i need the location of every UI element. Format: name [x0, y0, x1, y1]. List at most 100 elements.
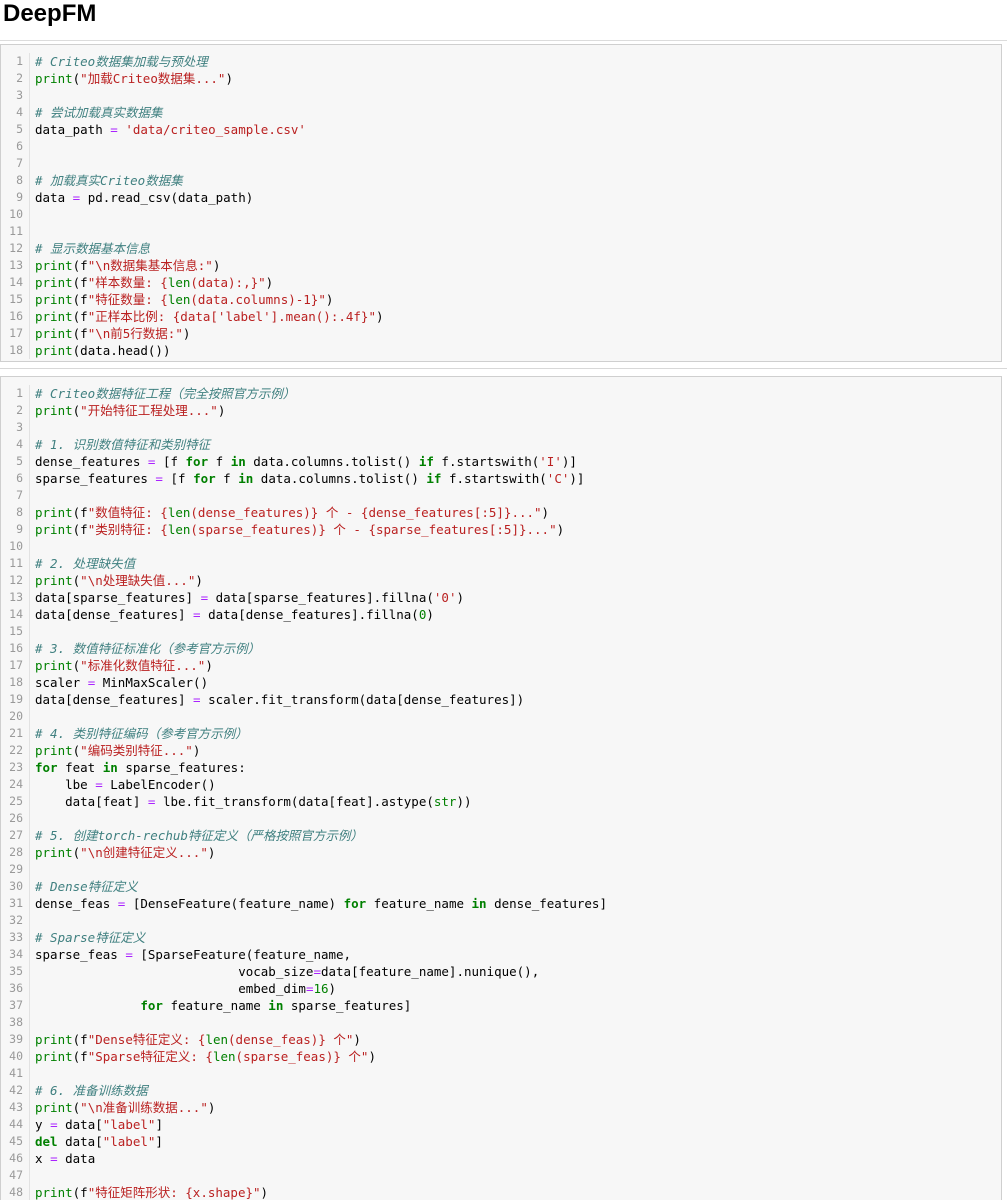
code-line[interactable]: 5 data_path = 'data/criteo_sample.csv' — [1, 121, 1001, 138]
code-line[interactable]: 18 print(data.head()) — [1, 342, 1001, 359]
code-cell-1[interactable]: 1 # Criteo数据集加载与预处理 2 print("加载Criteo数据集...… — [0, 44, 1002, 362]
code-token: print — [35, 743, 73, 758]
code-line[interactable]: 17 print("标准化数值特征...") — [1, 657, 1001, 674]
code-line[interactable]: 5 dense_features = [f for f in data.colum… — [1, 453, 1001, 470]
code-token: scaler — [35, 675, 88, 690]
line-code: vocab_size=data[feature_name].nunique(), — [35, 963, 539, 980]
code-line[interactable]: 18 scaler = MinMaxScaler() — [1, 674, 1001, 691]
code-token: (f — [72, 505, 88, 520]
code-cell-2[interactable]: 1 # Criteo数据特征工程（完全按照官方示例） 2 print("开始特征工程处… — [0, 376, 1002, 1200]
code-line[interactable]: 24 lbe = LabelEncoder() — [1, 776, 1001, 793]
code-token: feat — [57, 760, 103, 775]
code-line[interactable]: 12 print("\n处理缺失值...") — [1, 572, 1001, 589]
code-token: data[dense_features] — [35, 692, 194, 707]
code-line[interactable]: 14 data[dense_features] = data[dense_feat… — [1, 606, 1001, 623]
code-line[interactable]: 2 print("开始特征工程处理...") — [1, 402, 1001, 419]
code-line[interactable]: 16 print(f"正样本比例: {data['label'].mean():.… — [1, 308, 1001, 325]
code-line[interactable]: 16 # 3. 数值特征标准化（参考官方示例） — [1, 640, 1001, 657]
code-line[interactable]: 9 print(f"类别特征: {len(sparse_features)} 个 … — [1, 521, 1001, 538]
code-line[interactable]: 22 print("编码类别特征...") — [1, 742, 1001, 759]
code-line[interactable]: 40 print(f"Sparse特征定义: {len(sparse_feas)}… — [1, 1048, 1001, 1065]
code-line[interactable]: 44 y = data["label"] — [1, 1116, 1001, 1133]
code-line[interactable]: 41 — [1, 1065, 1001, 1082]
line-code: print(f"类别特征: {len(sparse_features)} 个 -… — [35, 521, 564, 538]
code-line[interactable]: 42 # 6. 准备训练数据 — [1, 1082, 1001, 1099]
code-token: '0' — [433, 590, 457, 605]
code-line[interactable]: 11 # 2. 处理缺失值 — [1, 555, 1001, 572]
code-line[interactable]: 13 print(f"\n数据集基本信息:") — [1, 257, 1001, 274]
code-line[interactable]: 48 print(f"特征矩阵形状: {x.shape}") — [1, 1184, 1001, 1200]
code-line[interactable]: 30 # Dense特征定义 — [1, 878, 1001, 895]
code-line[interactable]: 4 # 尝试加载真实数据集 — [1, 104, 1001, 121]
code-token: print — [35, 1032, 73, 1047]
code-line[interactable]: 4 # 1. 识别数值特征和类别特征 — [1, 436, 1001, 453]
code-line[interactable]: 45 del data["label"] — [1, 1133, 1001, 1150]
code-token: for — [185, 454, 209, 469]
line-number: 4 — [1, 104, 30, 121]
code-line[interactable]: 23 for feat in sparse_features: — [1, 759, 1001, 776]
code-line[interactable]: 7 — [1, 487, 1001, 504]
code-line[interactable]: 15 — [1, 623, 1001, 640]
code-token: "加载Criteo数据集..." — [80, 71, 226, 86]
code-line[interactable]: 29 — [1, 861, 1001, 878]
code-token: ) — [212, 258, 221, 273]
code-line[interactable]: 38 — [1, 1014, 1001, 1031]
code-line[interactable]: 21 # 4. 类别特征编码（参考官方示例） — [1, 725, 1001, 742]
code-line[interactable]: 3 — [1, 87, 1001, 104]
code-editor[interactable]: 1 # Criteo数据特征工程（完全按照官方示例） 2 print("开始特征工程处… — [1, 377, 1001, 1200]
code-line[interactable]: 15 print(f"特征数量: {len(data.columns)-1}") — [1, 291, 1001, 308]
code-line[interactable]: 1 # Criteo数据集加载与预处理 — [1, 53, 1001, 70]
notebook-page: DeepFM 1 # Criteo数据集加载与预处理 2 print("加载Crite… — [0, 0, 1007, 1200]
code-line[interactable]: 12 # 显示数据基本信息 — [1, 240, 1001, 257]
code-line[interactable]: 2 print("加载Criteo数据集...") — [1, 70, 1001, 87]
code-line[interactable]: 25 data[feat] = lbe.fit_transform(data[f… — [1, 793, 1001, 810]
code-token: in — [238, 471, 254, 486]
code-line[interactable]: 14 print(f"样本数量: {len(data):,}") — [1, 274, 1001, 291]
code-line[interactable]: 8 # 加载真实Criteo数据集 — [1, 172, 1001, 189]
line-number: 37 — [1, 997, 30, 1014]
code-line[interactable]: 43 print("\n准备训练数据...") — [1, 1099, 1001, 1116]
code-line[interactable]: 3 — [1, 419, 1001, 436]
code-token: # 尝试加载真实数据集 — [35, 105, 163, 120]
code-line[interactable]: 6 sparse_features = [f for f in data.colu… — [1, 470, 1001, 487]
code-line[interactable]: 6 — [1, 138, 1001, 155]
line-number: 14 — [1, 274, 30, 291]
code-token: print — [35, 845, 73, 860]
code-line[interactable]: 27 # 5. 创建torch-rechub特征定义（严格按照官方示例） — [1, 827, 1001, 844]
line-number: 9 — [1, 189, 30, 206]
code-line[interactable]: 1 # Criteo数据特征工程（完全按照官方示例） — [1, 385, 1001, 402]
code-line[interactable]: 10 — [1, 206, 1001, 223]
line-number: 5 — [1, 121, 30, 138]
code-line[interactable]: 34 sparse_feas = [SparseFeature(feature_n… — [1, 946, 1001, 963]
code-line[interactable]: 32 — [1, 912, 1001, 929]
code-token: data.columns.tolist() — [245, 454, 419, 469]
code-token: (dense_features)} 个 - {dense_features[:5… — [190, 505, 542, 520]
code-line[interactable]: 13 data[sparse_features] = data[sparse_fe… — [1, 589, 1001, 606]
code-line[interactable]: 7 — [1, 155, 1001, 172]
code-line[interactable]: 9 data = pd.read_csv(data_path) — [1, 189, 1001, 206]
code-line[interactable]: 37 for feature_name in sparse_features] — [1, 997, 1001, 1014]
code-token: # Criteo数据特征工程（完全按照官方示例） — [35, 386, 296, 401]
code-line[interactable]: 33 # Sparse特征定义 — [1, 929, 1001, 946]
code-line[interactable]: 10 — [1, 538, 1001, 555]
code-line[interactable]: 19 data[dense_features] = scaler.fit_tran… — [1, 691, 1001, 708]
code-line[interactable]: 26 — [1, 810, 1001, 827]
code-line[interactable]: 28 print("\n创建特征定义...") — [1, 844, 1001, 861]
code-line[interactable]: 39 print(f"Dense特征定义: {len(dense_feas)} 个… — [1, 1031, 1001, 1048]
code-token: "Dense特征定义: { — [87, 1032, 206, 1047]
code-line[interactable]: 46 x = data — [1, 1150, 1001, 1167]
code-token: print — [35, 505, 73, 520]
code-line[interactable]: 8 print(f"数值特征: {len(dense_features)} 个 -… — [1, 504, 1001, 521]
code-line[interactable]: 47 — [1, 1167, 1001, 1184]
line-number: 18 — [1, 342, 30, 359]
line-number: 32 — [1, 912, 30, 929]
code-line[interactable]: 11 — [1, 223, 1001, 240]
code-line[interactable]: 17 print(f"\n前5行数据:") — [1, 325, 1001, 342]
code-line[interactable]: 35 vocab_size=data[feature_name].nunique… — [1, 963, 1001, 980]
code-line[interactable]: 31 dense_feas = [DenseFeature(feature_nam… — [1, 895, 1001, 912]
code-editor[interactable]: 1 # Criteo数据集加载与预处理 2 print("加载Criteo数据集...… — [1, 45, 1001, 359]
code-line[interactable]: 36 embed_dim=16) — [1, 980, 1001, 997]
code-line[interactable]: 20 — [1, 708, 1001, 725]
code-token: "正样本比例: {data['label'].mean():.4f}" — [87, 309, 376, 324]
line-number: 26 — [1, 810, 30, 827]
